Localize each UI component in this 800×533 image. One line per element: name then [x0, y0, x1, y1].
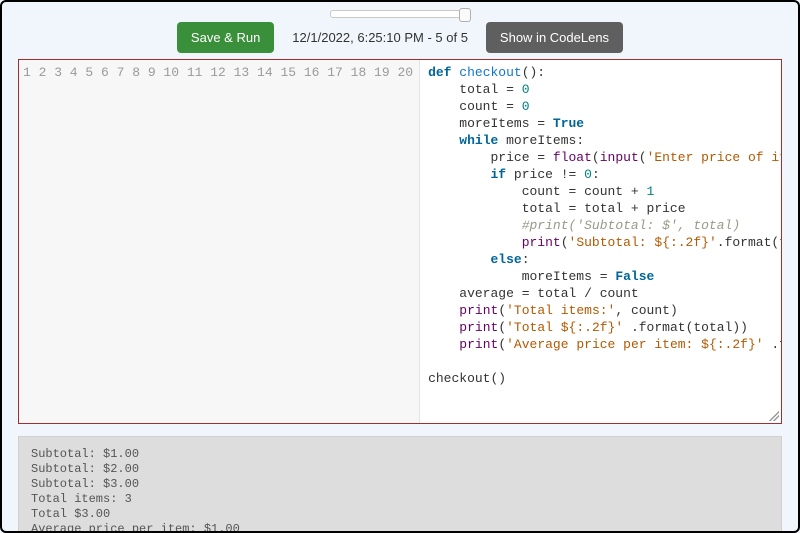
slider-thumb[interactable]	[459, 8, 471, 22]
code-editor[interactable]: 1 2 3 4 5 6 7 8 9 10 11 12 13 14 15 16 1…	[18, 59, 782, 424]
history-slider[interactable]	[330, 10, 470, 18]
show-codelens-button[interactable]: Show in CodeLens	[486, 22, 623, 53]
code-area[interactable]: def checkout(): total = 0 count = 0 more…	[420, 60, 781, 423]
run-info-label: 12/1/2022, 6:25:10 PM - 5 of 5	[288, 30, 472, 45]
resize-handle-icon[interactable]	[769, 411, 779, 421]
line-gutter: 1 2 3 4 5 6 7 8 9 10 11 12 13 14 15 16 1…	[19, 60, 420, 423]
toolbar-buttons: Save & Run 12/1/2022, 6:25:10 PM - 5 of …	[177, 22, 623, 53]
toolbar: Save & Run 12/1/2022, 6:25:10 PM - 5 of …	[18, 10, 782, 53]
app-frame: Save & Run 12/1/2022, 6:25:10 PM - 5 of …	[0, 0, 800, 533]
output-panel: Subtotal: $1.00 Subtotal: $2.00 Subtotal…	[18, 436, 782, 533]
save-run-button[interactable]: Save & Run	[177, 22, 274, 53]
